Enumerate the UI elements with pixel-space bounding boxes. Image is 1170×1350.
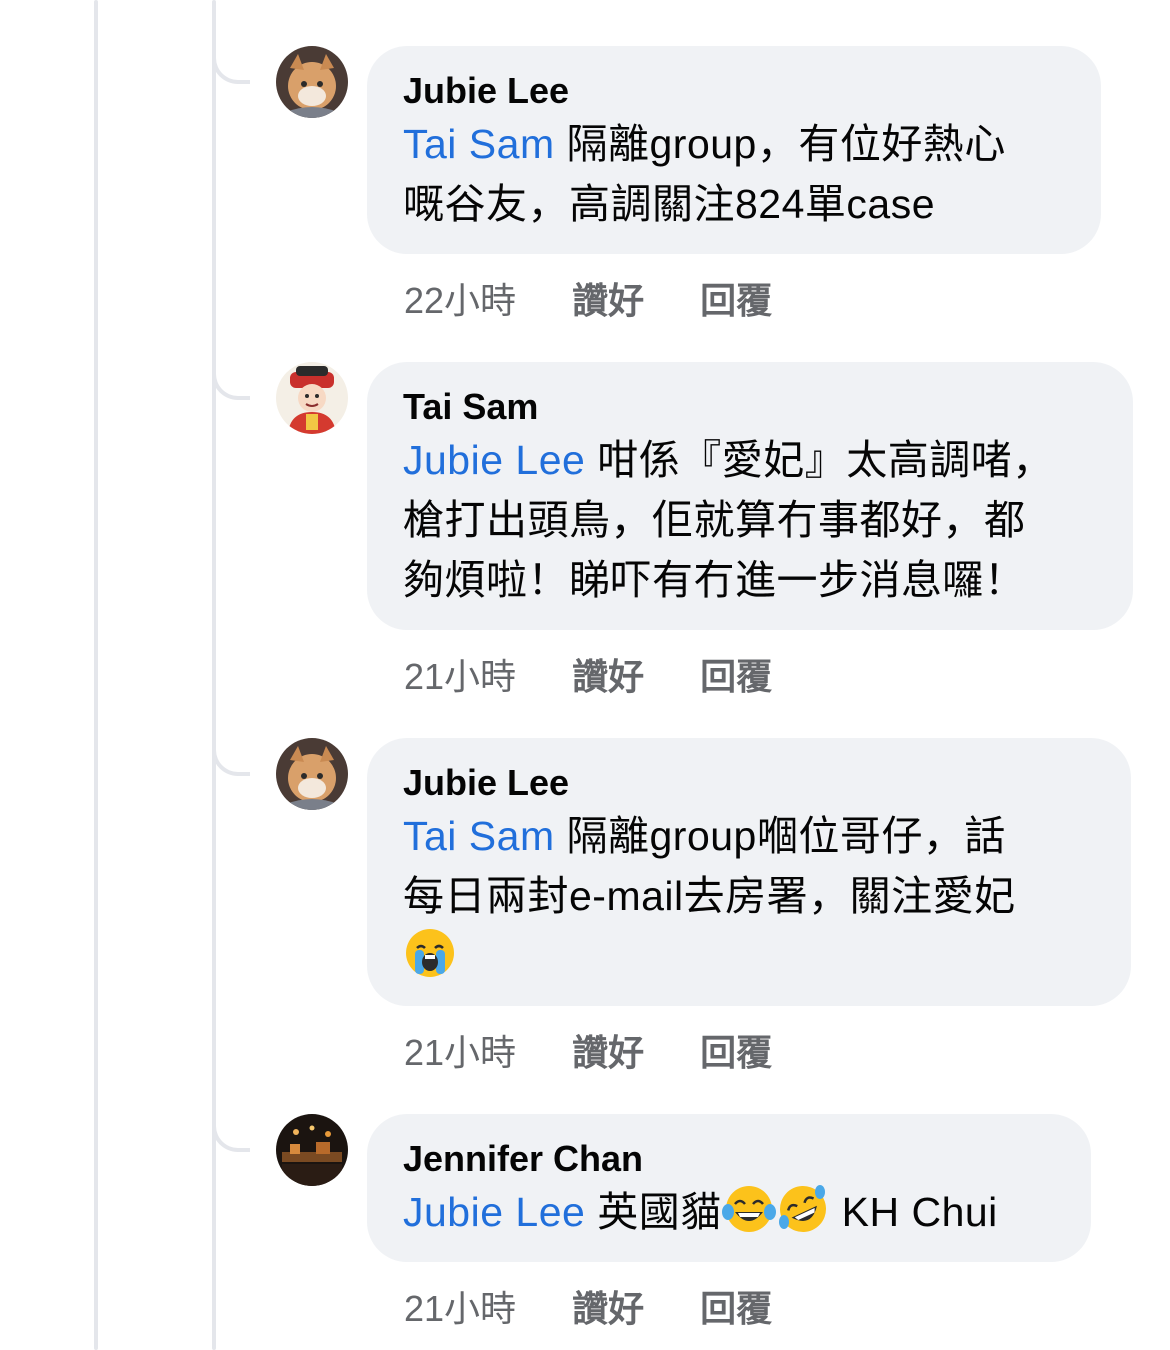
comment-actions: 22小時 讚好 回覆	[404, 272, 772, 324]
comment-text: Tai Sam 隔離group嗰位哥仔，話 每日兩封e-mail去房署，關注愛妃	[403, 806, 1095, 986]
mention-link[interactable]: Jubie Lee	[403, 437, 585, 483]
rolling-on-floor-laughing-emoji	[778, 1185, 826, 1232]
cat-avatar-icon[interactable]	[276, 738, 348, 810]
like-button[interactable]: 讚好	[572, 272, 644, 324]
god-of-wealth-avatar-icon[interactable]	[276, 362, 348, 434]
outer-thread-line	[94, 0, 98, 1350]
comment-text-line: 嘅谷友，高調關注824單case	[403, 181, 936, 227]
tears-of-joy-emoji	[721, 1186, 776, 1232]
comment-text: Jubie Lee 英國貓 KH Chui	[403, 1182, 1055, 1242]
comment-actions: 21小時 讚好 回覆	[404, 1280, 772, 1332]
like-button[interactable]: 讚好	[572, 1280, 644, 1332]
comment-text-line: 隔離group嗰位哥仔，話	[554, 813, 1006, 859]
comment-author[interactable]: Jennifer Chan	[403, 1136, 1055, 1182]
comment-text-line: 夠煩啦！睇吓有冇進一步消息囉！	[403, 557, 1026, 603]
comment-bubble: Jennifer Chan Jubie Lee 英國貓 KH Chui	[367, 1114, 1091, 1262]
mention-link[interactable]: Jubie Lee	[403, 1189, 585, 1235]
comment-timestamp[interactable]: 22小時	[404, 272, 516, 324]
reply-connector	[212, 348, 250, 400]
comment-text-line: 咁係『愛妃』太高調啫，	[585, 437, 1054, 483]
reply-button[interactable]: 回覆	[700, 1280, 772, 1332]
comment-timestamp[interactable]: 21小時	[404, 1280, 516, 1332]
reply-connector	[212, 1100, 250, 1152]
like-button[interactable]: 讚好	[572, 1024, 644, 1076]
cat-avatar-icon[interactable]	[276, 46, 348, 118]
mention-link[interactable]: Tai Sam	[403, 121, 555, 167]
comment-bubble: Jubie Lee Tai Sam 隔離group，有位好熱心 嘅谷友，高調關注…	[367, 46, 1101, 254]
comment-bubble: Jubie Lee Tai Sam 隔離group嗰位哥仔，話 每日兩封e-ma…	[367, 738, 1131, 1006]
mention-link[interactable]: Tai Sam	[403, 813, 555, 859]
comment-timestamp[interactable]: 21小時	[404, 1024, 516, 1076]
inner-thread-line	[212, 0, 216, 1350]
reply-connector	[212, 32, 250, 84]
comment-author[interactable]: Jubie Lee	[403, 68, 1065, 114]
crying-face-emoji	[406, 929, 454, 977]
comment-actions: 21小時 讚好 回覆	[404, 648, 772, 700]
reply-button[interactable]: 回覆	[700, 648, 772, 700]
comment-bubble: Tai Sam Jubie Lee 咁係『愛妃』太高調啫， 槍打出頭鳥，佢就算冇…	[367, 362, 1133, 630]
comment-author[interactable]: Jubie Lee	[403, 760, 1095, 806]
comment-timestamp[interactable]: 21小時	[404, 648, 516, 700]
comment-text-line: 隔離group，有位好熱心	[554, 121, 1006, 167]
comment-text-line: KH Chui	[829, 1189, 998, 1235]
reply-connector	[212, 724, 250, 776]
comment-actions: 21小時 讚好 回覆	[404, 1024, 772, 1076]
reply-button[interactable]: 回覆	[700, 1024, 772, 1076]
comment-text-line: 英國貓	[585, 1189, 722, 1235]
comment-text: Jubie Lee 咁係『愛妃』太高調啫， 槍打出頭鳥，佢就算冇事都好，都 夠煩…	[403, 430, 1097, 610]
comment-text: Tai Sam 隔離group，有位好熱心 嘅谷友，高調關注824單case	[403, 114, 1065, 234]
comment-text-line: 槍打出頭鳥，佢就算冇事都好，都	[403, 497, 1026, 543]
night-scene-avatar-icon[interactable]	[276, 1114, 348, 1186]
comment-text-line: 每日兩封e-mail去房署，關注愛妃	[403, 873, 1016, 919]
reply-button[interactable]: 回覆	[700, 272, 772, 324]
like-button[interactable]: 讚好	[572, 648, 644, 700]
comment-author[interactable]: Tai Sam	[403, 384, 1097, 430]
